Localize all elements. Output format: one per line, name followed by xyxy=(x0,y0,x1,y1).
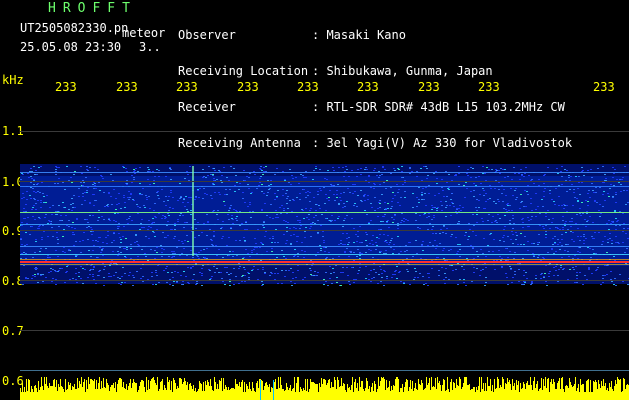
x-tick-label: 233 xyxy=(357,80,379,94)
grid-line xyxy=(20,181,629,182)
baseline-line xyxy=(20,370,629,371)
x-tick-label: 233 xyxy=(176,80,198,94)
grid-line xyxy=(20,230,629,231)
meteor-count: 3.. xyxy=(139,40,161,54)
x-tick-label: 233 xyxy=(237,80,259,94)
app-title: HROFFT xyxy=(48,1,137,16)
file-name: UT2505082330.pn xyxy=(20,21,129,35)
meta-value-observer: : Masaki Kano xyxy=(312,28,406,42)
x-tick-label: 233 xyxy=(116,80,138,94)
grid-line xyxy=(20,131,629,132)
x-tick-label: 233 xyxy=(297,80,319,94)
meta-value-location: : Shibukawa, Gunma, Japan xyxy=(312,64,493,78)
meta-label-observer: Observer xyxy=(178,28,236,42)
date-time: 25.05.08 23:30 xyxy=(20,40,122,54)
x-tick-label: 233 xyxy=(55,80,77,94)
x-tick-label: 233 xyxy=(478,80,500,94)
spectrogram xyxy=(20,96,629,400)
grid-line xyxy=(20,330,629,331)
meteor-label: meteor xyxy=(122,26,166,40)
x-tick-label: 233 xyxy=(593,80,615,94)
x-tick-label: 233 xyxy=(418,80,440,94)
grid-line xyxy=(20,280,629,281)
y-axis-unit: kHz xyxy=(2,73,24,87)
spectrogram-canvas xyxy=(20,164,629,400)
meta-label-location: Receiving Location xyxy=(178,64,309,78)
